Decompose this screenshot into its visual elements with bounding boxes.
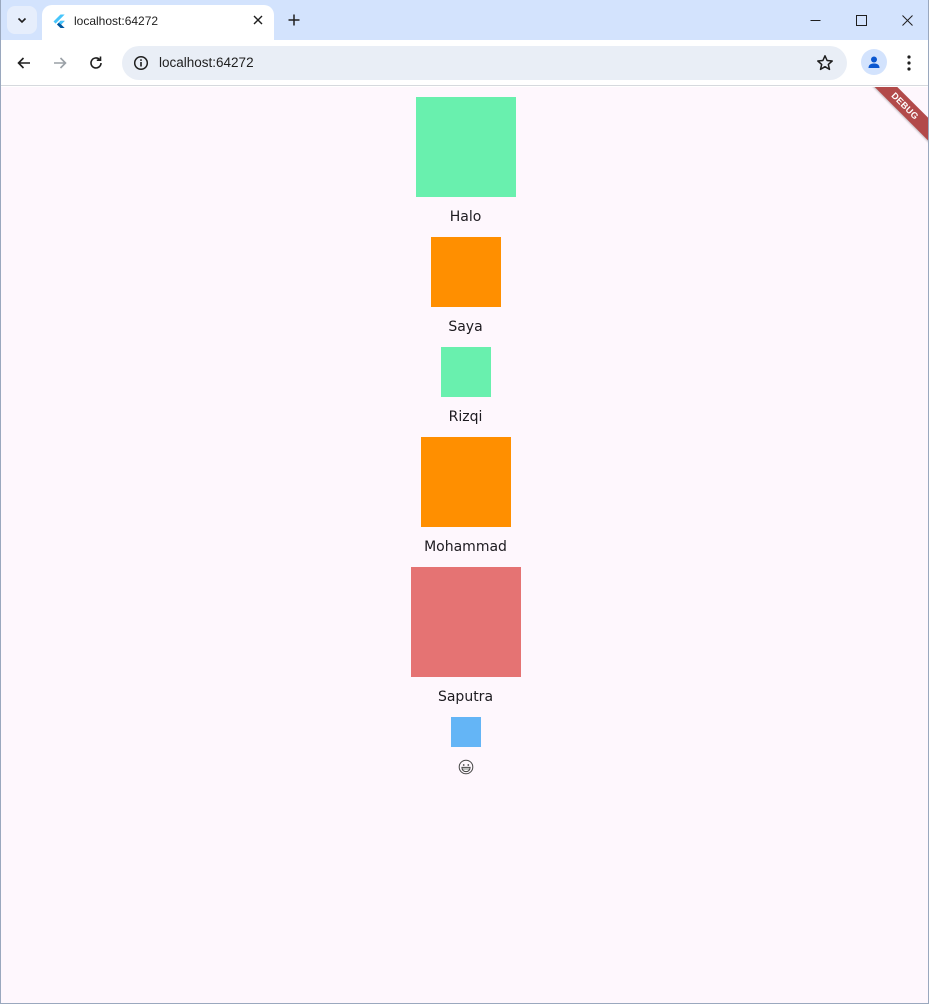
flutter-logo-icon xyxy=(53,14,65,28)
site-info-button[interactable] xyxy=(130,52,152,74)
reload-button[interactable] xyxy=(82,49,110,77)
color-box-saputra xyxy=(410,567,521,677)
minimize-icon xyxy=(810,19,820,21)
star-icon xyxy=(817,55,833,71)
tab-search-button[interactable] xyxy=(7,6,37,34)
color-box-emoji xyxy=(450,717,481,747)
reload-icon xyxy=(90,56,102,69)
color-box-rizqi xyxy=(440,347,491,397)
minimize-button[interactable] xyxy=(792,0,838,40)
active-tab[interactable]: localhost:64272 xyxy=(42,5,274,40)
browser-window: localhost:64272 localhost:64272 Halo Say… xyxy=(0,0,929,1004)
arrow-left-icon xyxy=(17,57,30,69)
browser-menu-button[interactable] xyxy=(899,49,919,77)
item-label-rizqi: Rizqi xyxy=(448,409,483,425)
plus-icon xyxy=(288,14,300,26)
color-box-mohammad xyxy=(420,437,511,527)
arrow-right-icon xyxy=(54,57,67,69)
grinning-face-icon xyxy=(458,759,473,775)
forward-button[interactable] xyxy=(46,49,74,77)
tab-title: localhost:64272 xyxy=(74,14,159,28)
color-box-halo xyxy=(415,97,516,197)
color-box-saya xyxy=(430,237,501,307)
item-label-saya: Saya xyxy=(448,319,483,335)
close-window-button[interactable] xyxy=(884,0,928,40)
url-text: localhost:64272 xyxy=(159,55,254,70)
person-icon xyxy=(868,56,880,68)
browser-toolbar: localhost:64272 xyxy=(1,40,928,86)
close-icon xyxy=(253,15,263,25)
item-column: Halo Saya Rizqi Mohammad Saputra xyxy=(1,97,928,775)
maximize-icon xyxy=(855,14,867,26)
back-button[interactable] xyxy=(10,49,38,77)
item-label-halo: Halo xyxy=(449,209,482,225)
tab-close-button[interactable] xyxy=(250,12,266,28)
close-icon xyxy=(901,14,913,26)
item-label-saputra: Saputra xyxy=(437,689,494,705)
bookmark-button[interactable] xyxy=(815,53,835,73)
maximize-button[interactable] xyxy=(838,0,884,40)
item-label-mohammad: Mohammad xyxy=(424,539,507,555)
address-bar[interactable]: localhost:64272 xyxy=(122,46,847,80)
page-viewport: Halo Saya Rizqi Mohammad Saputra DEBUG xyxy=(1,87,928,1003)
tab-strip: localhost:64272 xyxy=(1,0,928,40)
chevron-down-icon xyxy=(17,17,27,24)
new-tab-button[interactable] xyxy=(283,9,305,31)
kebab-menu-icon xyxy=(907,55,911,71)
info-icon xyxy=(133,55,149,71)
profile-button[interactable] xyxy=(861,49,887,75)
